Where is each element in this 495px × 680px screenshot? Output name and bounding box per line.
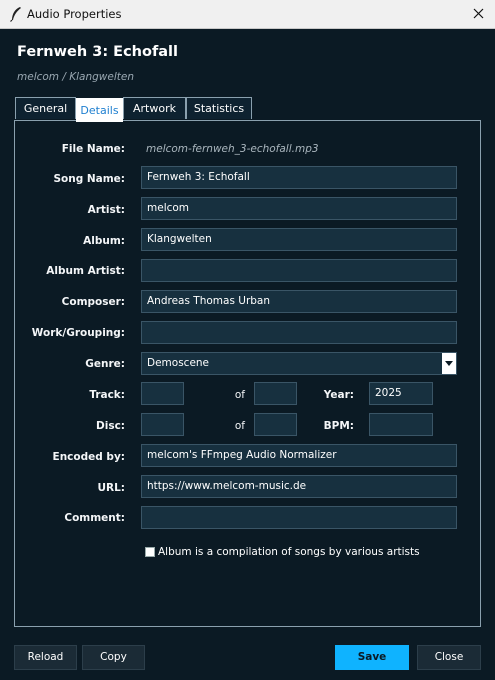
artist-album-subtitle: melcom / Klangwelten <box>17 71 134 83</box>
encoded-by-field[interactable]: melcom's FFmpeg Audio Normalizer <box>141 444 457 467</box>
window-title: Audio Properties <box>27 7 122 21</box>
tab-statistics[interactable]: Statistics <box>186 97 252 119</box>
artist-field[interactable]: melcom <box>141 197 457 220</box>
comment-label: Comment: <box>64 512 125 524</box>
album-artist-field[interactable] <box>141 259 457 282</box>
work-grouping-label: Work/Grouping: <box>31 327 125 339</box>
disc-field[interactable] <box>141 413 184 436</box>
compilation-checkbox-label[interactable]: Album is a compilation of songs by vario… <box>158 546 420 558</box>
file-name-label: File Name: <box>61 143 125 155</box>
year-field[interactable]: 2025 <box>369 382 433 405</box>
window-titlebar: Audio Properties <box>0 0 495 29</box>
chevron-down-icon <box>445 361 453 366</box>
track-of-label: of <box>234 389 245 401</box>
genre-select[interactable]: Demoscene <box>141 352 457 375</box>
tab-artwork[interactable]: Artwork <box>123 97 186 119</box>
track-label: Track: <box>89 389 125 401</box>
copy-button[interactable]: Copy <box>82 645 145 670</box>
genre-selected-value: Demoscene <box>147 357 210 369</box>
track-field[interactable] <box>141 382 184 405</box>
close-icon <box>473 8 484 19</box>
composer-field[interactable]: Andreas Thomas Urban <box>141 290 457 313</box>
track-total-field[interactable] <box>254 382 297 405</box>
genre-label: Genre: <box>85 358 125 370</box>
album-artist-label: Album Artist: <box>46 265 125 277</box>
artist-label: Artist: <box>87 204 125 216</box>
disc-of-label: of <box>234 420 245 432</box>
tab-details[interactable]: Details <box>76 98 123 122</box>
url-field[interactable]: https://www.melcom-music.de <box>141 475 457 498</box>
feather-icon <box>9 6 23 22</box>
song-title-heading: Fernweh 3: Echofall <box>17 44 178 60</box>
window-close-button[interactable] <box>463 0 495 28</box>
song-name-field[interactable]: Fernweh 3: Echofall <box>141 166 457 189</box>
close-button[interactable]: Close <box>417 645 481 670</box>
save-button[interactable]: Save <box>335 645 409 670</box>
compilation-checkbox[interactable] <box>145 547 155 557</box>
url-label: URL: <box>97 482 125 494</box>
bpm-label: BPM: <box>323 420 354 432</box>
song-name-label: Song Name: <box>53 173 125 185</box>
album-label: Album: <box>83 235 125 247</box>
composer-label: Composer: <box>61 296 125 308</box>
comment-field[interactable] <box>141 506 457 529</box>
year-label: Year: <box>323 389 354 401</box>
genre-dropdown-button[interactable] <box>442 353 456 374</box>
disc-total-field[interactable] <box>254 413 297 436</box>
file-name-value: melcom-fernweh_3-echofall.mp3 <box>146 143 319 155</box>
disc-label: Disc: <box>96 420 125 432</box>
bpm-field[interactable] <box>369 413 433 436</box>
work-grouping-field[interactable] <box>141 321 457 344</box>
encoded-by-label: Encoded by: <box>52 451 125 463</box>
reload-button[interactable]: Reload <box>14 645 77 670</box>
tab-general[interactable]: General <box>15 97 76 119</box>
album-field[interactable]: Klangwelten <box>141 228 457 251</box>
